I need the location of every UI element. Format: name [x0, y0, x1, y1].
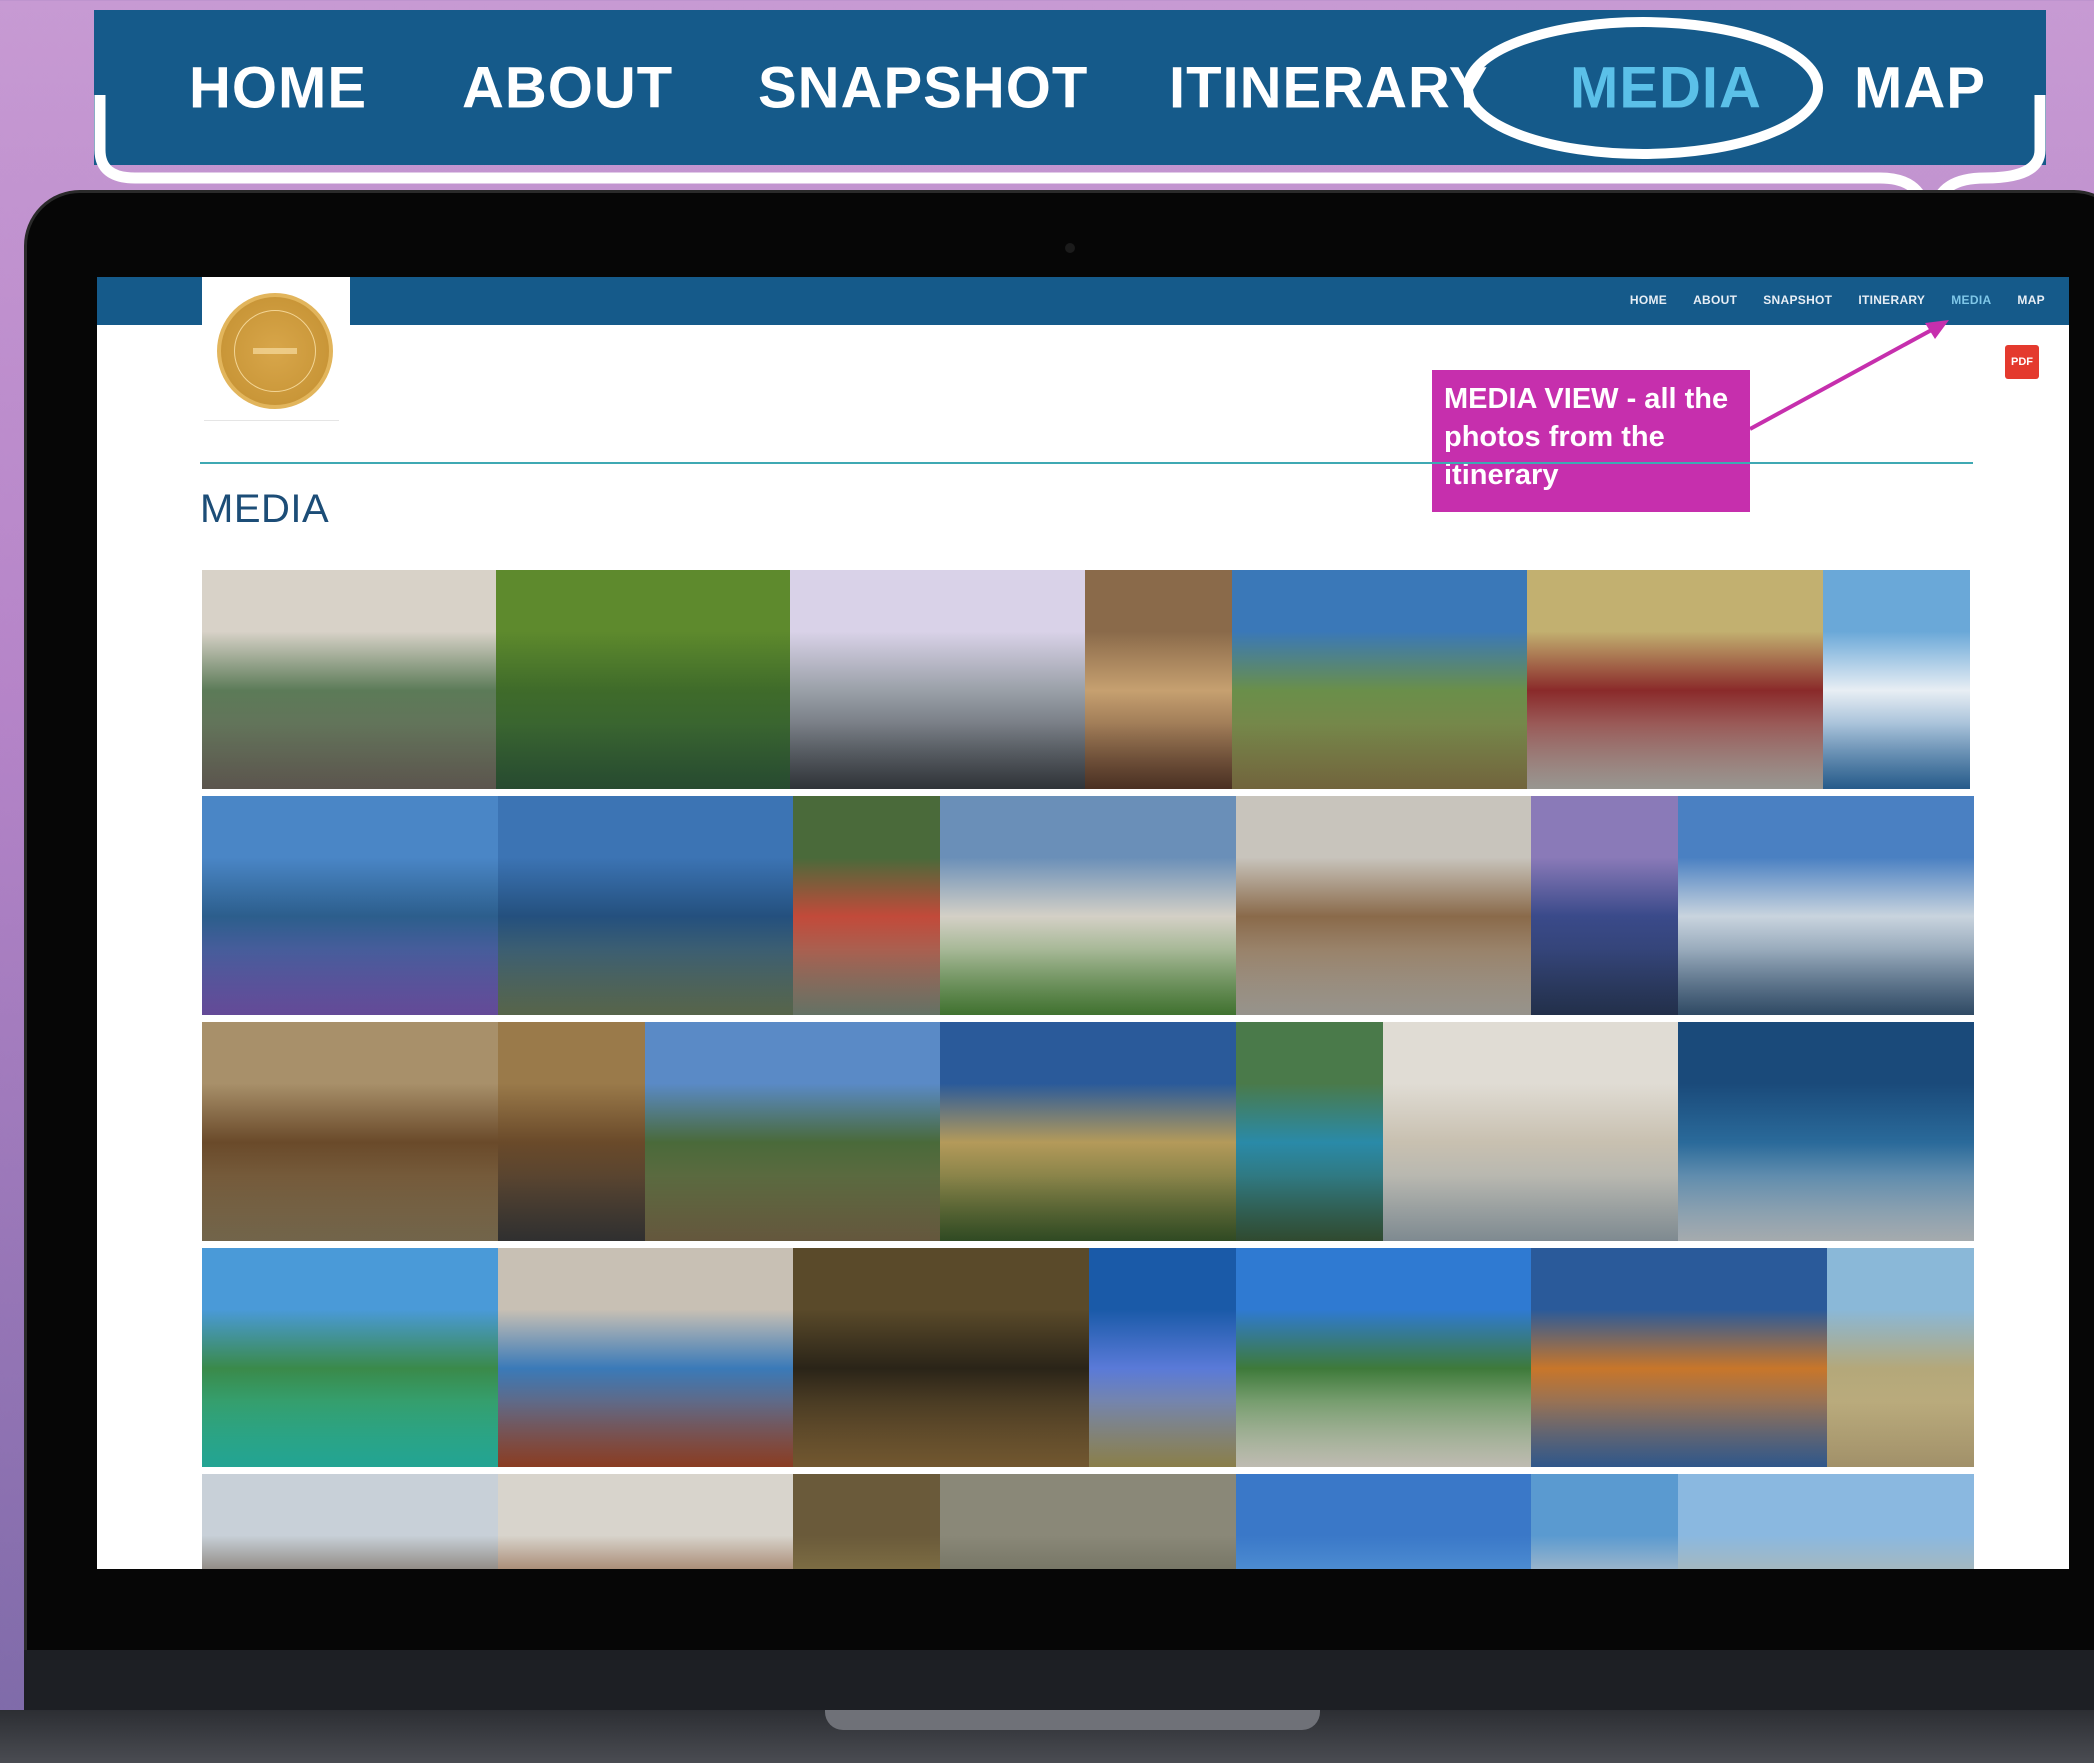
company-logo[interactable] — [217, 293, 333, 409]
nav-snapshot[interactable]: SNAPSHOT — [758, 54, 1088, 121]
photo-thumbnail-sandstone-building[interactable] — [202, 1022, 498, 1241]
gallery-row — [202, 796, 1974, 1015]
photo-thumbnail-rock-caves[interactable] — [793, 1474, 941, 1569]
photo-thumbnail-red-tram-avenue[interactable] — [1527, 570, 1823, 789]
photo-thumbnail-jet-boat-ride[interactable] — [793, 796, 941, 1015]
zoomed-navigation-bar: HOME ABOUT SNAPSHOT ITINERARY MEDIA MAP — [94, 10, 2046, 165]
site-nav-media[interactable]: MEDIA — [1951, 293, 1991, 307]
photo-thumbnail-limestone-cliff[interactable] — [940, 1474, 1236, 1569]
photo-thumbnail-arched-facade[interactable] — [497, 1022, 645, 1241]
photo-thumbnail-boardwalk-beach[interactable] — [1826, 1248, 1974, 1467]
photo-thumbnail-green-forest-pond[interactable] — [496, 570, 791, 789]
photo-thumbnail-tram-street[interactable] — [202, 570, 497, 789]
photo-thumbnail-tropical-island-lagoon[interactable] — [202, 1248, 498, 1467]
nav-media[interactable]: MEDIA — [1570, 54, 1762, 121]
media-view-annotation: MEDIA VIEW - all the photos from the iti… — [1432, 370, 1750, 512]
site-nav-snapshot[interactable]: SNAPSHOT — [1763, 293, 1832, 307]
photo-thumbnail-ocean-horizon[interactable] — [1235, 1474, 1532, 1569]
photo-thumbnail-harbour-dusk[interactable] — [1531, 796, 1679, 1015]
site-navigation: HOME ABOUT SNAPSHOT ITINERARY MEDIA MAP — [1630, 293, 2045, 307]
nav-about[interactable]: ABOUT — [462, 54, 673, 121]
photo-thumbnail-snowy-volcano-sea[interactable] — [1822, 570, 1970, 789]
photo-thumbnail-lupin-lake-valley[interactable] — [202, 796, 498, 1015]
photo-thumbnail-riverside-skyline[interactable] — [1678, 1474, 1974, 1569]
photo-thumbnail-city-towers[interactable] — [1531, 1474, 1679, 1569]
photo-thumbnail-hotel-dining-room[interactable] — [497, 1474, 794, 1569]
photo-thumbnail-sydney-harbour-bridge[interactable] — [1678, 796, 1974, 1015]
photo-thumbnail-historic-interior[interactable] — [793, 1248, 1089, 1467]
site-nav-home[interactable]: HOME — [1630, 293, 1667, 307]
nav-itinerary[interactable]: ITINERARY — [1169, 54, 1488, 121]
website-screen: HOME ABOUT SNAPSHOT ITINERARY MEDIA MAP … — [97, 277, 2069, 1569]
photo-thumbnail-tower-building[interactable] — [202, 1474, 498, 1569]
photo-thumbnail-coastal-hills-lookout[interactable] — [1231, 570, 1528, 789]
photo-thumbnail-harbour-trees-deck[interactable] — [1235, 1022, 1383, 1241]
gallery-row — [202, 1022, 1974, 1241]
photo-thumbnail-marina-aerial[interactable] — [1678, 1022, 1974, 1241]
site-nav-map[interactable]: MAP — [2017, 293, 2045, 307]
photo-thumbnail-city-skyline-river[interactable] — [1531, 1248, 1827, 1467]
pdf-download-icon[interactable]: PDF — [2005, 345, 2039, 379]
site-nav-itinerary[interactable]: ITINERARY — [1858, 293, 1925, 307]
photo-thumbnail-white-beach-forest[interactable] — [1235, 1248, 1532, 1467]
site-nav-about[interactable]: ABOUT — [1693, 293, 1737, 307]
laptop-chin — [24, 1650, 2094, 1710]
nav-map[interactable]: MAP — [1854, 54, 1986, 121]
photo-thumbnail-hikers-lookout[interactable] — [940, 1022, 1236, 1241]
photo-gallery — [202, 570, 1974, 1569]
laptop-notch — [825, 1710, 1320, 1730]
gallery-row — [202, 570, 1974, 789]
nav-home[interactable]: HOME — [189, 54, 367, 121]
page-title: MEDIA — [200, 487, 330, 531]
camera-icon — [1065, 243, 1075, 253]
photo-thumbnail-modern-hotel-building[interactable] — [790, 570, 1085, 789]
photo-thumbnail-resort-pool[interactable] — [497, 1248, 794, 1467]
divider — [204, 420, 339, 421]
photo-thumbnail-blue-mountains-valley[interactable] — [644, 1022, 941, 1241]
photo-thumbnail-beach-walkers[interactable] — [1382, 1022, 1679, 1241]
photo-thumbnail-hotel-lobby-chandelier[interactable] — [1084, 570, 1232, 789]
teal-divider — [200, 462, 1973, 464]
photo-thumbnail-hotel-exterior-garden[interactable] — [940, 796, 1236, 1015]
photo-thumbnail-hotel-reception-interior[interactable] — [1235, 796, 1532, 1015]
photo-thumbnail-great-barrier-reef[interactable] — [1088, 1248, 1236, 1467]
photo-thumbnail-mountain-lake-town[interactable] — [497, 796, 794, 1015]
gallery-row — [202, 1474, 1974, 1569]
gallery-row — [202, 1248, 1974, 1467]
